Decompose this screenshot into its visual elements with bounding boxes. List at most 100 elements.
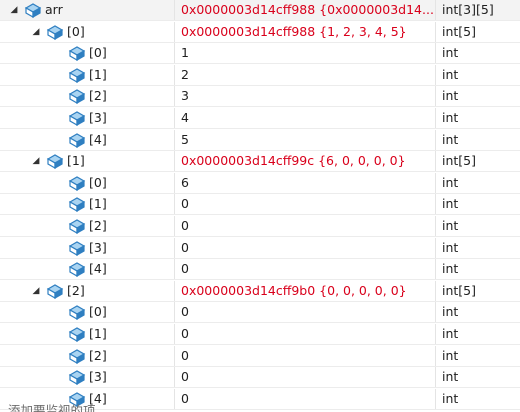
watch-type-cell: int[3][5] [435, 0, 520, 20]
watch-row[interactable]: ◢ [2] 0x0000003d14cff9b0 {0, 0, 0, 0, 0} in… [0, 281, 520, 302]
object-cube-icon [68, 89, 86, 104]
watch-value-cell[interactable]: 2 [174, 65, 435, 85]
watch-value-cell[interactable]: 0 [174, 346, 435, 366]
watch-name-text: [2] [89, 88, 107, 103]
watch-value-cell[interactable]: 0 [174, 194, 435, 214]
watch-value-cell[interactable]: 0 [174, 259, 435, 279]
watch-name-cell[interactable]: [3] [0, 108, 173, 128]
object-cube-icon [68, 262, 86, 277]
watch-value-cell[interactable]: 6 [174, 173, 435, 193]
watch-type-cell: int [435, 216, 520, 236]
watch-row[interactable]: [4] 0 int [0, 259, 520, 280]
caret-expanded-icon[interactable]: ◢ [30, 22, 42, 42]
watch-row[interactable]: [3] 0 int [0, 238, 520, 259]
object-cube-icon [68, 241, 86, 256]
watch-name-text: arr [45, 2, 63, 17]
watch-type-cell: int[5] [435, 281, 520, 301]
watch-row[interactable]: [0] 1 int [0, 43, 520, 64]
watch-name-cell[interactable]: [1] [0, 194, 173, 214]
watch-name-cell[interactable]: [1] [0, 324, 173, 344]
watch-value-cell[interactable]: 5 [174, 130, 435, 150]
watch-value-cell[interactable]: 0 [174, 216, 435, 236]
object-cube-icon [68, 219, 86, 234]
watch-value-cell[interactable]: 0 [174, 367, 435, 387]
add-watch-row[interactable]: 添加要监视的项 [0, 399, 520, 412]
watch-value-cell[interactable]: 0x0000003d14cff99c {6, 0, 0, 0, 0} [174, 151, 435, 171]
watch-row[interactable]: [2] 0 int [0, 346, 520, 367]
watch-value-cell[interactable]: 0x0000003d14cff988 {1, 2, 3, 4, 5} [174, 22, 435, 42]
watch-row[interactable]: [1] 0 int [0, 324, 520, 345]
watch-value-cell[interactable]: 1 [174, 43, 435, 63]
watch-name-cell[interactable]: [2] [0, 346, 173, 366]
watch-name-text: [0] [89, 175, 107, 190]
watch-name-text: [1] [89, 196, 107, 211]
object-cube-icon [68, 176, 86, 191]
watch-name-cell[interactable]: [0] [0, 43, 173, 63]
watch-value-cell[interactable]: 0 [174, 302, 435, 322]
watch-type-cell: int [435, 259, 520, 279]
watch-name-cell[interactable]: ◢ [0] [0, 22, 173, 42]
watch-row[interactable]: [0] 6 int [0, 173, 520, 194]
watch-row[interactable]: [4] 5 int [0, 130, 520, 151]
caret-expanded-icon[interactable]: ◢ [30, 151, 42, 171]
watch-value-cell[interactable]: 0 [174, 238, 435, 258]
watch-name-cell[interactable]: [2] [0, 216, 173, 236]
object-cube-icon [68, 349, 86, 364]
watch-row[interactable]: [1] 2 int [0, 65, 520, 86]
watch-name-cell[interactable]: [3] [0, 367, 173, 387]
watch-value-cell[interactable]: 0x0000003d14cff9b0 {0, 0, 0, 0, 0} [174, 281, 435, 301]
watch-value-cell[interactable]: 0x0000003d14cff988 {0x0000003d14... [174, 0, 435, 20]
watch-type-cell: int [435, 86, 520, 106]
watch-value-cell[interactable]: 0 [174, 324, 435, 344]
object-cube-icon [68, 68, 86, 83]
watch-row[interactable]: ◢ arr 0x0000003d14cff988 {0x0000003d14... i… [0, 0, 520, 21]
watch-type-cell: int [435, 194, 520, 214]
watch-type-cell: int [435, 302, 520, 322]
watch-name-cell[interactable]: ◢ arr [0, 0, 173, 20]
watch-name-cell[interactable]: ◢ [1] [0, 151, 173, 171]
watch-row[interactable]: [2] 3 int [0, 86, 520, 107]
object-cube-icon [46, 284, 64, 299]
watch-name-cell[interactable]: [4] [0, 259, 173, 279]
object-cube-icon [68, 327, 86, 342]
object-cube-icon [68, 305, 86, 320]
watch-row[interactable]: [3] 4 int [0, 108, 520, 129]
watch-name-cell[interactable]: ◢ [2] [0, 281, 173, 301]
watch-name-cell[interactable]: [0] [0, 173, 173, 193]
watch-name-text: [0] [89, 304, 107, 319]
watch-type-cell: int [435, 346, 520, 366]
watch-type-cell: int [435, 173, 520, 193]
watch-row[interactable]: [3] 0 int [0, 367, 520, 388]
watch-name-text: [1] [89, 67, 107, 82]
object-cube-icon [24, 3, 42, 18]
add-watch-placeholder[interactable]: 添加要监视的项 [8, 400, 96, 412]
object-cube-icon [68, 133, 86, 148]
watch-name-text: [0] [67, 24, 85, 39]
watch-name-cell[interactable]: [4] [0, 130, 173, 150]
watch-name-text: [3] [89, 369, 107, 384]
caret-expanded-icon[interactable]: ◢ [8, 0, 20, 20]
object-cube-icon [68, 197, 86, 212]
watch-name-cell[interactable]: [1] [0, 65, 173, 85]
watch-value-cell[interactable]: 3 [174, 86, 435, 106]
watch-value-cell[interactable]: 4 [174, 108, 435, 128]
watch-name-cell[interactable]: [3] [0, 238, 173, 258]
watch-type-cell: int [435, 108, 520, 128]
watch-type-cell: int[5] [435, 151, 520, 171]
watch-type-cell: int [435, 324, 520, 344]
watch-type-cell: int [435, 367, 520, 387]
watch-name-text: [2] [67, 283, 85, 298]
object-cube-icon [68, 370, 86, 385]
watch-row[interactable]: [1] 0 int [0, 194, 520, 215]
watch-row[interactable]: ◢ [0] 0x0000003d14cff988 {1, 2, 3, 4, 5} in… [0, 22, 520, 43]
object-cube-icon [46, 25, 64, 40]
watch-type-cell: int [435, 238, 520, 258]
watch-row[interactable]: [0] 0 int [0, 302, 520, 323]
caret-expanded-icon[interactable]: ◢ [30, 281, 42, 301]
watch-name-text: [0] [89, 45, 107, 60]
watch-row[interactable]: [2] 0 int [0, 216, 520, 237]
watch-row[interactable]: ◢ [1] 0x0000003d14cff99c {6, 0, 0, 0, 0} in… [0, 151, 520, 172]
watch-name-cell[interactable]: [2] [0, 86, 173, 106]
watch-type-cell: int [435, 43, 520, 63]
watch-name-cell[interactable]: [0] [0, 302, 173, 322]
